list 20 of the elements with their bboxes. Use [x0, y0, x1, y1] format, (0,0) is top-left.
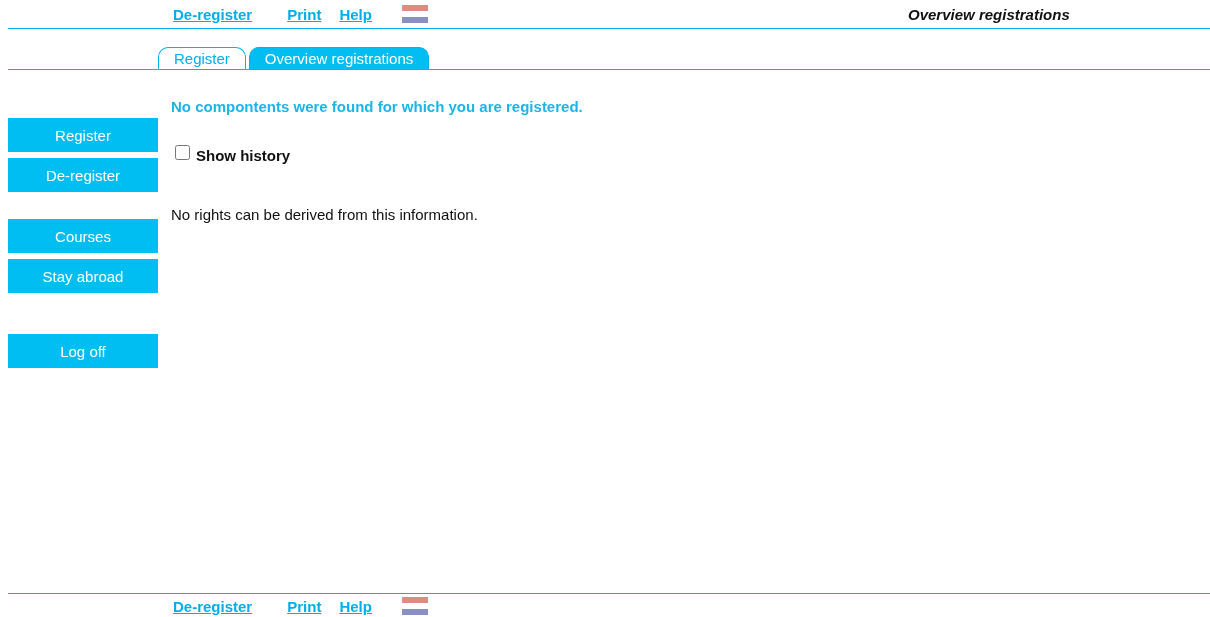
nav-link[interactable]: De-register — [173, 5, 253, 23]
disclaimer-text: No rights can be derived from this information. — [171, 206, 479, 223]
flag-icon[interactable] — [401, 5, 428, 23]
sidebar-button[interactable]: De-register — [8, 158, 158, 192]
sidebar-button[interactable]: Log off — [8, 334, 158, 368]
nav-link[interactable]: Help — [339, 5, 372, 23]
nav-link[interactable]: De-register — [173, 597, 253, 615]
flag-icon[interactable] — [401, 597, 428, 615]
nav-link[interactable]: Help — [339, 597, 372, 615]
sidebar-button[interactable]: Stay abroad — [8, 259, 158, 293]
status-message: No compontents were found for which you are registered. — [171, 98, 583, 115]
nav-link[interactable]: Print — [287, 597, 322, 615]
sidebar-button[interactable]: Register — [8, 118, 158, 152]
tab[interactable]: Overview registrations — [248, 47, 430, 69]
nav-link[interactable]: Print — [287, 5, 322, 23]
page-title: Overview registrations — [908, 5, 1070, 23]
tab[interactable]: Register — [158, 47, 246, 69]
history-checkbox[interactable] — [175, 145, 190, 160]
sidebar-button[interactable]: Courses — [8, 219, 158, 253]
checkbox-label: Show history — [196, 147, 291, 164]
